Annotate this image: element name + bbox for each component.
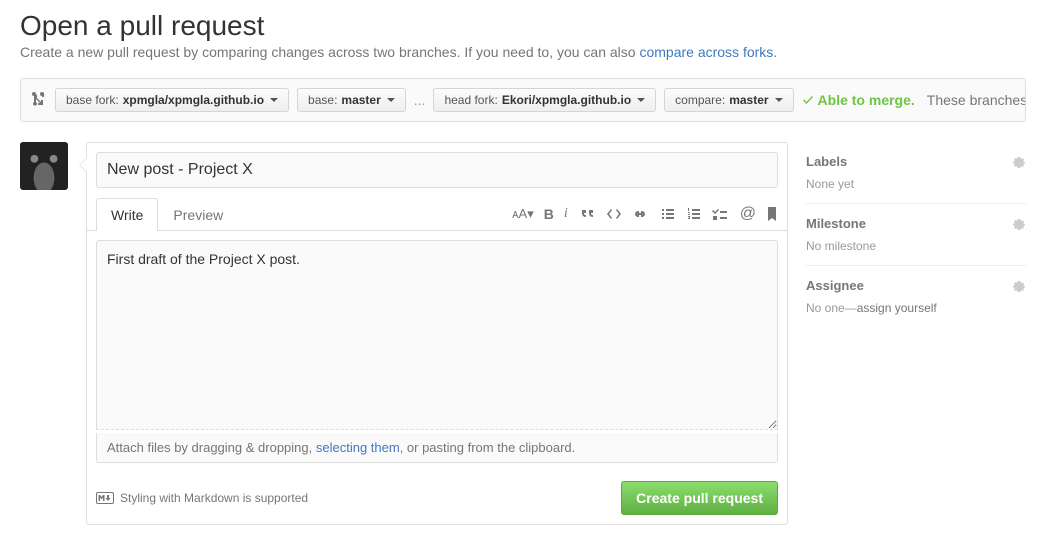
pr-body-textarea[interactable]: First draft of the Project X post. <box>96 240 778 430</box>
page-subtitle: Create a new pull request by comparing c… <box>20 44 1026 60</box>
merge-status: Able to merge. <box>802 92 915 108</box>
ol-button[interactable] <box>686 207 702 221</box>
page-title: Open a pull request <box>20 10 1026 42</box>
ellipsis: ... <box>414 92 426 108</box>
milestone-value: No milestone <box>806 239 1026 253</box>
base-fork-dropdown[interactable]: base fork: xpmgla/xpmgla.github.io <box>55 88 289 112</box>
caret-icon <box>387 98 395 102</box>
merge-status-text: These branches <box>927 92 1026 108</box>
git-compare-icon <box>31 91 47 110</box>
bold-button[interactable]: B <box>544 206 554 222</box>
ul-button[interactable] <box>660 207 676 221</box>
compare-bar: base fork: xpmgla/xpmgla.github.io base:… <box>20 78 1026 122</box>
pr-title-input[interactable] <box>96 152 778 188</box>
markdown-hint[interactable]: Styling with Markdown is supported <box>96 491 308 505</box>
labels-value: None yet <box>806 177 1026 191</box>
caret-icon <box>775 98 783 102</box>
mention-button[interactable]: @ <box>740 205 756 223</box>
avatar[interactable] <box>20 142 68 190</box>
create-pr-button[interactable]: Create pull request <box>621 481 778 515</box>
milestone-section: Milestone No milestone <box>806 204 1026 266</box>
gear-icon[interactable] <box>1012 279 1026 293</box>
caret-icon <box>637 98 645 102</box>
editor-tabs: Write Preview ᴀA▾ B i <box>87 197 787 231</box>
base-branch-dropdown[interactable]: base: master <box>297 88 406 112</box>
select-files-link[interactable]: selecting them <box>316 440 400 455</box>
milestone-title: Milestone <box>806 216 866 231</box>
markdown-icon <box>96 492 114 504</box>
labels-section: Labels None yet <box>806 142 1026 204</box>
compare-branch-dropdown[interactable]: compare: master <box>664 88 793 112</box>
code-button[interactable] <box>606 207 622 221</box>
check-icon <box>802 94 814 106</box>
assignee-value: No one—assign yourself <box>806 301 1026 315</box>
compare-forks-link[interactable]: compare across forks <box>639 44 773 60</box>
text-size-button[interactable]: ᴀA▾ <box>512 206 534 222</box>
saved-replies-button[interactable] <box>766 206 778 222</box>
caret-icon <box>270 98 278 102</box>
assignee-title: Assignee <box>806 278 864 293</box>
tab-preview[interactable]: Preview <box>158 198 238 231</box>
italic-button[interactable]: i <box>564 206 568 222</box>
assign-yourself-link[interactable]: assign yourself <box>857 301 937 315</box>
pr-editor: Write Preview ᴀA▾ B i <box>86 142 788 525</box>
quote-button[interactable] <box>580 207 596 221</box>
tab-write[interactable]: Write <box>96 198 158 231</box>
assignee-section: Assignee No one—assign yourself <box>806 266 1026 327</box>
sidebar: Labels None yet Milestone No milestone A… <box>806 142 1026 525</box>
editor-toolbar: ᴀA▾ B i @ <box>512 205 778 223</box>
labels-title: Labels <box>806 154 847 169</box>
link-button[interactable] <box>632 207 648 221</box>
gear-icon[interactable] <box>1012 155 1026 169</box>
gear-icon[interactable] <box>1012 217 1026 231</box>
attach-hint: Attach files by dragging & dropping, sel… <box>96 433 778 463</box>
head-fork-dropdown[interactable]: head fork: Ekori/xpmgla.github.io <box>433 88 656 112</box>
tasklist-button[interactable] <box>712 207 728 221</box>
